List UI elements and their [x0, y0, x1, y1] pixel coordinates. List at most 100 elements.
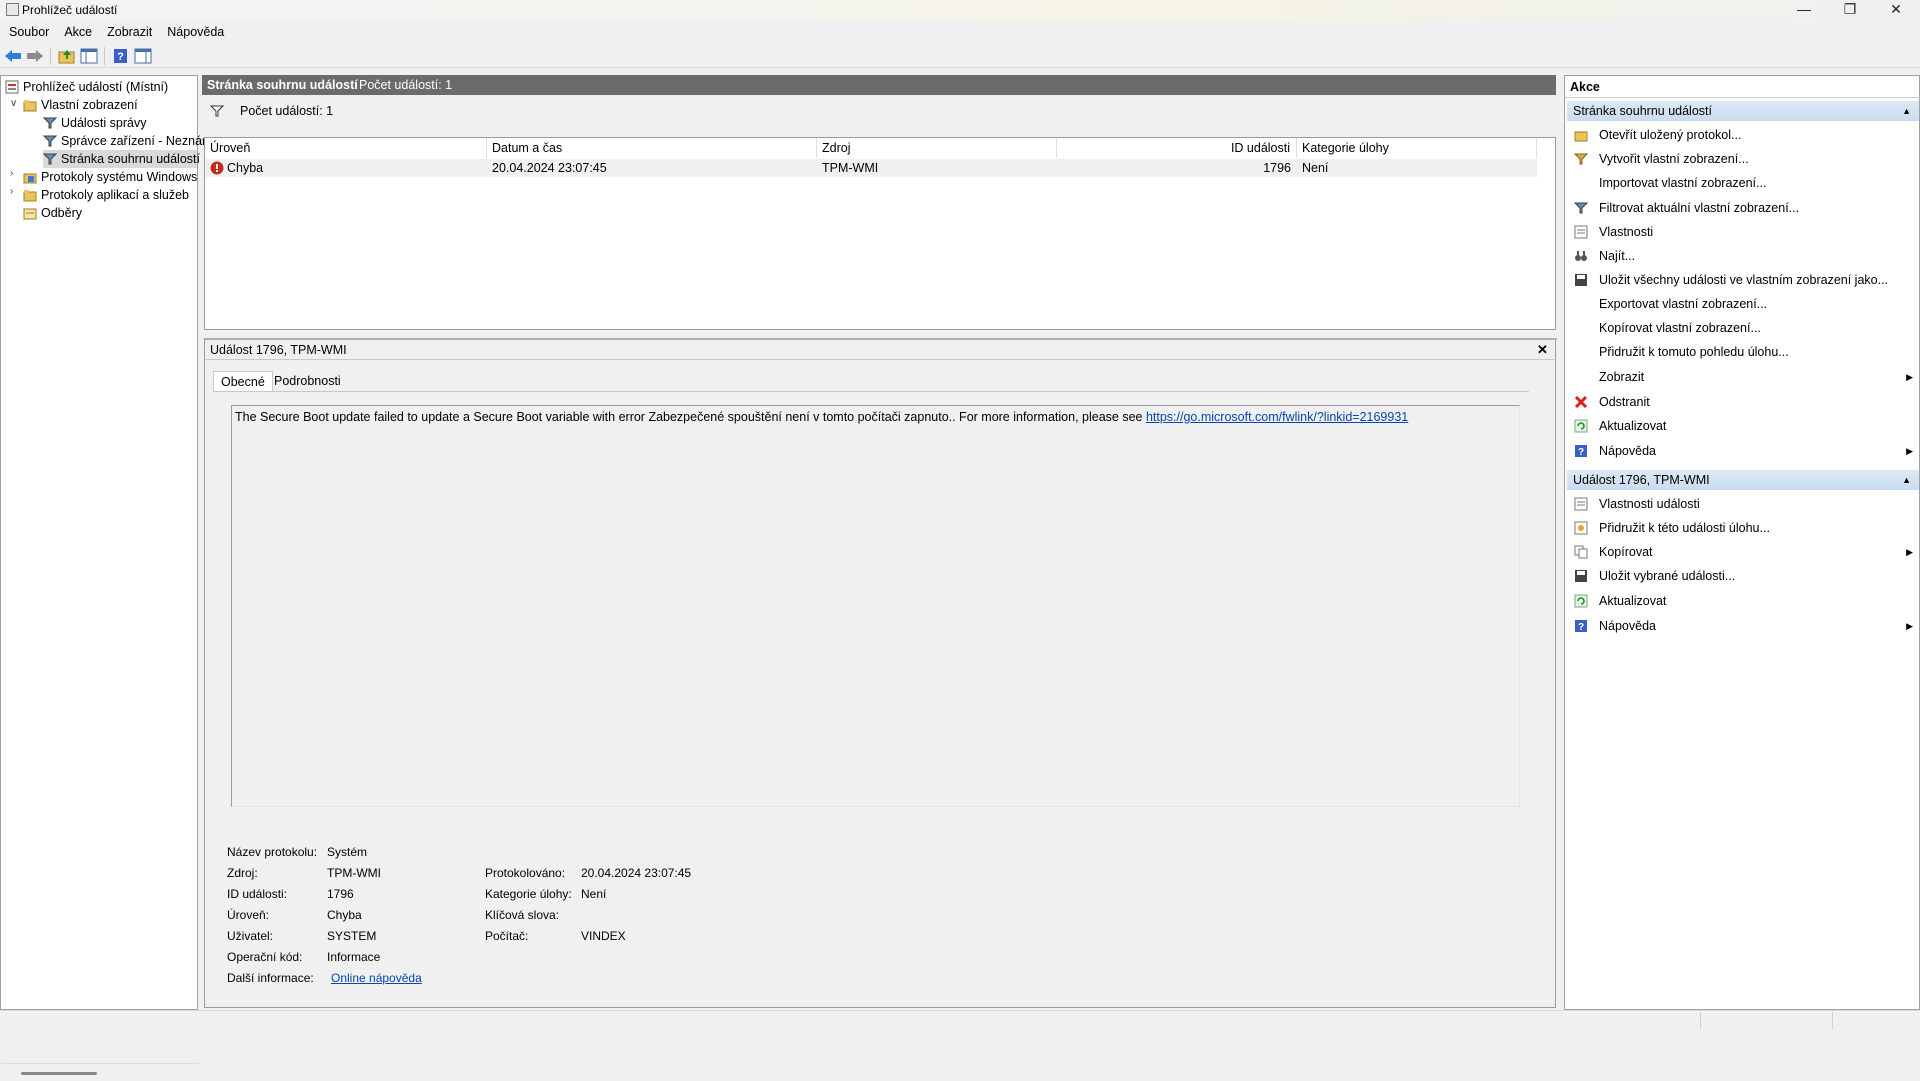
show-hide-action-pane-icon[interactable] [134, 48, 152, 64]
action-filter-current-view[interactable]: Filtrovat aktuální vlastní zobrazení... [1567, 198, 1919, 218]
svg-text:?: ? [117, 51, 124, 63]
label-computer: Počítač: [485, 929, 529, 943]
subscriptions-icon [23, 208, 37, 220]
menu-napoveda[interactable]: Nápověda [158, 22, 230, 39]
filter-count: Počet událostí: 1 [240, 104, 334, 118]
action-label: Aktualizovat [1599, 594, 1667, 608]
action-open-saved-log[interactable]: Otevřít uložený protokol... [1567, 125, 1919, 145]
action-import-custom-view[interactable]: Importovat vlastní zobrazení... [1567, 173, 1919, 193]
section-header-summary[interactable]: Stránka souhrnu událostí ▲ [1567, 101, 1919, 121]
tree-item-admin-events[interactable]: Události správy [43, 114, 146, 132]
delete-icon [1574, 395, 1588, 409]
tab-general[interactable]: Obecné [213, 371, 273, 392]
action-save-selected-events[interactable]: Uložit vybrané události... [1567, 566, 1919, 586]
help-icon[interactable]: ? [112, 48, 130, 64]
action-export-custom-view[interactable]: Exportovat vlastní zobrazení... [1567, 294, 1919, 314]
event-message-box[interactable]: The Secure Boot update failed to update … [231, 405, 1520, 807]
toolbar-separator [104, 47, 105, 65]
column-header-source[interactable]: Zdroj [817, 138, 1057, 158]
refresh-icon [1574, 419, 1588, 433]
toolbar: ? [0, 44, 1920, 68]
message-link[interactable]: https://go.microsoft.com/fwlink/?linkid=… [1146, 410, 1408, 424]
collapsed-arrow-icon[interactable]: › [10, 186, 20, 197]
action-properties[interactable]: Vlastnosti [1567, 222, 1919, 242]
action-help-submenu[interactable]: ? Nápověda ▶ [1567, 441, 1919, 461]
cell-level: Chyba [227, 161, 264, 175]
action-find[interactable]: Najít... [1567, 246, 1919, 266]
menu-bar: Soubor Akce Zobrazit Nápověda [0, 22, 1920, 42]
action-save-all-events[interactable]: Uložit všechny události ve vlastním zobr… [1567, 270, 1919, 290]
tree-item-summary-page[interactable]: Stránka souhrnu událostí [43, 150, 200, 168]
tree-item-subscriptions[interactable]: Odběry [23, 204, 82, 222]
center-pane: Stránka souhrnu událostí Počet událostí:… [202, 75, 1557, 1010]
cell-task-category: Není [1302, 161, 1329, 175]
forward-icon[interactable] [26, 48, 44, 64]
copy-icon [1574, 545, 1588, 559]
action-delete[interactable]: Odstranit [1567, 392, 1919, 412]
value-computer: VINDEX [581, 929, 626, 943]
action-label: Importovat vlastní zobrazení... [1599, 176, 1767, 190]
label-user: Uživatel: [227, 929, 274, 943]
app-icon [6, 3, 19, 16]
action-label: Odstranit [1599, 395, 1650, 409]
menu-soubor[interactable]: Soubor [0, 22, 55, 39]
action-label: Exportovat vlastní zobrazení... [1599, 297, 1768, 311]
value-event-id: 1796 [327, 887, 354, 901]
scrollbar-thumb[interactable] [21, 1072, 97, 1075]
action-help-event-submenu[interactable]: ? Nápověda ▶ [1567, 616, 1919, 636]
tree-item-windows-logs[interactable]: Protokoly systému Windows [23, 168, 197, 186]
label-logged: Protokolováno: [485, 866, 566, 880]
action-view-submenu[interactable]: Zobrazit ▶ [1567, 367, 1919, 387]
menu-akce[interactable]: Akce [55, 22, 98, 39]
expand-arrow-icon[interactable]: ∨ [10, 98, 20, 109]
action-copy-submenu[interactable]: Kopírovat ▶ [1567, 542, 1919, 562]
tree-label: Události správy [61, 116, 147, 130]
filter-bar: Počet událostí: 1 [204, 99, 1554, 123]
column-header-datetime[interactable]: Datum a čas [487, 138, 817, 158]
collapse-up-icon[interactable]: ▲ [1902, 101, 1911, 121]
center-header: Stránka souhrnu událostí Počet událostí:… [202, 75, 1556, 95]
tab-details[interactable]: Podrobnosti [267, 371, 348, 391]
action-copy-custom-view[interactable]: Kopírovat vlastní zobrazení... [1567, 318, 1919, 338]
close-window-button[interactable]: ✕ [1873, 0, 1919, 20]
label-log-name: Název protokolu: [227, 845, 318, 859]
menu-zobrazit[interactable]: Zobrazit [98, 22, 158, 39]
action-refresh-event[interactable]: Aktualizovat [1567, 591, 1919, 611]
collapse-up-icon[interactable]: ▲ [1902, 470, 1911, 490]
folder-up-icon[interactable] [58, 48, 76, 64]
column-header-level[interactable]: Úroveň [205, 138, 487, 158]
value-logged: 20.04.2024 23:07:45 [581, 866, 692, 880]
action-label: Najít... [1599, 249, 1636, 263]
tree-item-app-logs[interactable]: Protokoly aplikací a služeb [23, 186, 189, 204]
filter-icon [210, 105, 224, 117]
online-help-link[interactable]: Online nápověda [331, 971, 422, 985]
action-attach-task-to-view[interactable]: Přidružit k tomuto pohledu úlohu... [1567, 342, 1919, 362]
show-hide-tree-icon[interactable] [80, 48, 98, 64]
action-label: Kopírovat vlastní zobrazení... [1599, 321, 1761, 335]
action-refresh[interactable]: Aktualizovat [1567, 416, 1919, 436]
minimize-button[interactable]: — [1781, 0, 1827, 20]
close-detail-icon[interactable]: ✕ [1537, 342, 1548, 358]
label-task-category: Kategorie úlohy: [485, 887, 572, 901]
save-icon [1575, 274, 1587, 286]
tree-item-root[interactable]: Prohlížeč událostí (Místní) [5, 78, 168, 96]
action-label: Přidružit k tomuto pohledu úlohu... [1599, 345, 1789, 359]
collapsed-arrow-icon[interactable]: › [10, 168, 20, 179]
column-header-event-id[interactable]: ID události [1057, 138, 1297, 158]
cell-datetime: 20.04.2024 23:07:45 [492, 161, 607, 175]
tree-item-device-manager[interactable]: Správce zařízení - Neznár [43, 132, 206, 150]
action-event-properties[interactable]: Vlastnosti události [1567, 494, 1919, 514]
value-task-category: Není [581, 887, 607, 901]
back-icon[interactable] [4, 48, 22, 64]
horizontal-scrollbar[interactable] [1, 1063, 199, 1081]
value-user: SYSTEM [327, 929, 377, 943]
column-header-task-category[interactable]: Kategorie úlohy [1297, 138, 1537, 158]
action-attach-task-to-event[interactable]: Přidružit k této události úlohu... [1567, 518, 1919, 538]
label-more-info: Další informace: [227, 971, 314, 985]
tree-label: Stránka souhrnu událostí [61, 152, 200, 166]
restore-button[interactable]: ❐ [1827, 0, 1873, 20]
action-create-custom-view[interactable]: Vytvořit vlastní zobrazení... [1567, 149, 1919, 169]
tree-item-custom-views[interactable]: Vlastní zobrazení [23, 96, 138, 114]
actions-pane: Akce Stránka souhrnu událostí ▲ Otevřít u… [1564, 75, 1920, 1010]
section-header-event[interactable]: Událost 1796, TPM-WMI ▲ [1567, 470, 1919, 490]
